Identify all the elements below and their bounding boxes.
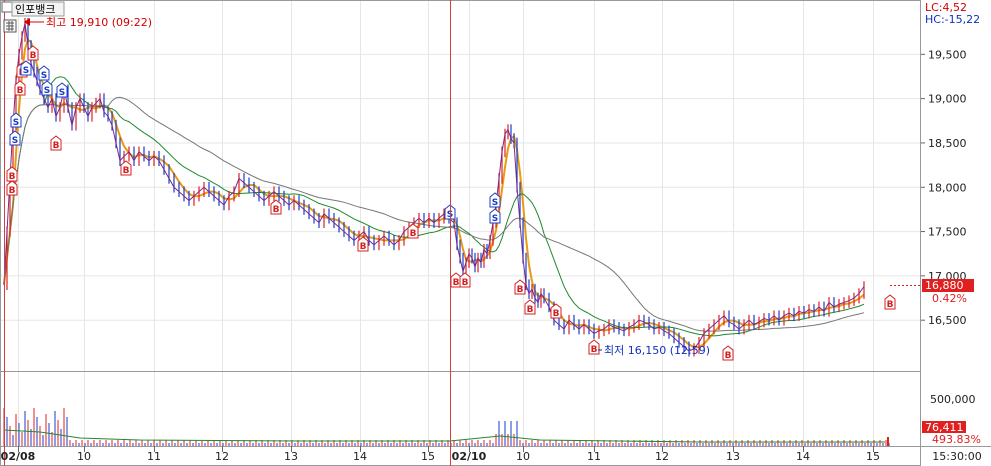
current-price-label: 16,880 bbox=[925, 279, 964, 292]
y-tick-label: 19,500 bbox=[928, 48, 967, 61]
buy-signal-badge: B bbox=[50, 135, 62, 151]
x-tick-label: 02/08 bbox=[1, 450, 36, 463]
buy-signal-badge: B bbox=[14, 80, 26, 96]
sell-signal-badge: S bbox=[41, 80, 53, 96]
stock-chart: BBSSBBSBSSBSBBBBSBBSSBBBBBB 인포뱅크 LC:4,52… bbox=[0, 0, 991, 466]
moving-average-line bbox=[3, 38, 865, 349]
buy-signal-badge: B bbox=[6, 166, 18, 182]
buy-signal-badge: B bbox=[27, 45, 39, 61]
volume-bars bbox=[3, 408, 890, 446]
svg-text:B: B bbox=[53, 141, 60, 151]
plot-frame bbox=[0, 0, 921, 466]
grid-lines bbox=[0, 0, 921, 446]
current-change-label: 0.42% bbox=[932, 292, 967, 305]
svg-text:B: B bbox=[30, 51, 37, 61]
x-tick-label: 10 bbox=[77, 450, 91, 463]
sell-signal-badge: S bbox=[20, 60, 32, 76]
x-tick-label: 11 bbox=[147, 450, 161, 463]
hc-label: HC:-15,22 bbox=[925, 13, 980, 26]
y-tick-label: 18,000 bbox=[928, 181, 967, 194]
sell-signal-badge: S bbox=[9, 130, 21, 146]
x-tick-label: 13 bbox=[726, 450, 740, 463]
svg-text:B: B bbox=[17, 86, 24, 96]
svg-text:S: S bbox=[23, 66, 29, 76]
low-annotation: 최저 16,150 (12:59) bbox=[604, 344, 710, 357]
x-tick-label: 12 bbox=[215, 450, 229, 463]
buy-signal-badge: B bbox=[524, 299, 536, 315]
svg-text:B: B bbox=[123, 166, 130, 176]
svg-text:B: B bbox=[591, 345, 598, 355]
moving-average-line bbox=[3, 76, 865, 337]
buy-signal-badge: B bbox=[357, 236, 369, 252]
x-tick-label: 15 bbox=[866, 450, 880, 463]
y-tick-label: 17,500 bbox=[928, 226, 967, 239]
buy-signal-badge: B bbox=[514, 279, 526, 295]
x-tick-label: 10 bbox=[516, 450, 530, 463]
svg-text:S: S bbox=[44, 86, 50, 96]
svg-text:B: B bbox=[410, 229, 417, 239]
svg-text:B: B bbox=[9, 172, 16, 182]
sell-signal-badge: S bbox=[38, 65, 50, 81]
svg-text:S: S bbox=[41, 71, 47, 81]
x-tick-label: 12 bbox=[655, 450, 669, 463]
buy-signal-badge: B bbox=[6, 180, 18, 196]
price-lines bbox=[3, 17, 865, 357]
y-tick-label: 18,500 bbox=[928, 137, 967, 150]
grid-menu-glyph bbox=[6, 21, 14, 31]
checkbox-icon[interactable] bbox=[1, 1, 13, 13]
svg-text:S: S bbox=[12, 136, 18, 146]
moving-averages bbox=[3, 38, 865, 349]
svg-text:B: B bbox=[453, 278, 460, 288]
x-tick-label: 14 bbox=[353, 450, 367, 463]
buy-signal-badge: B bbox=[459, 272, 471, 288]
svg-text:B: B bbox=[725, 351, 732, 361]
svg-text:B: B bbox=[9, 186, 16, 196]
sell-signal-badge: S bbox=[489, 208, 501, 224]
x-tick-label: 02/10 bbox=[452, 450, 487, 463]
buy-signal-badge: B bbox=[550, 303, 562, 319]
buy-signal-badge: B bbox=[588, 339, 600, 355]
y-tick-label: 19,000 bbox=[928, 93, 967, 106]
x-tick-label: 15 bbox=[421, 450, 435, 463]
x-tick-label: 11 bbox=[587, 450, 601, 463]
sell-signal-badge: S bbox=[56, 82, 68, 98]
volume-ratio-label: 493.83% bbox=[932, 433, 981, 446]
svg-text:B: B bbox=[360, 242, 367, 252]
x-tick-label: 13 bbox=[284, 450, 298, 463]
volume-tick-label: 500,000 bbox=[930, 393, 976, 406]
svg-text:B: B bbox=[887, 300, 894, 310]
svg-text:S: S bbox=[492, 214, 498, 224]
y-tick-label: 16,500 bbox=[928, 314, 967, 327]
time-axis: 02/08 10 11 12 13 14 15 02/10 10 11 12 13 14 15 15:30:… bbox=[1, 446, 982, 463]
sell-signal-badge: S bbox=[10, 112, 22, 128]
buy-signal-badge: B bbox=[884, 294, 896, 310]
svg-text:S: S bbox=[492, 198, 498, 208]
buy-signal-badge: B bbox=[120, 160, 132, 176]
svg-text:B: B bbox=[273, 205, 280, 215]
x-tick-label: 14 bbox=[796, 450, 810, 463]
buy-signal-badge: B bbox=[407, 223, 419, 239]
volume-ma-line bbox=[3, 429, 885, 443]
svg-text:B: B bbox=[517, 285, 524, 295]
buy-signal-badge: B bbox=[722, 345, 734, 361]
x-tick-label: 15:30:00 bbox=[932, 450, 981, 463]
buy-signal-badge: B bbox=[270, 199, 282, 215]
svg-text:B: B bbox=[462, 278, 469, 288]
svg-text:B: B bbox=[527, 305, 534, 315]
svg-text:B: B bbox=[553, 309, 560, 319]
chart-title: 인포뱅크 bbox=[15, 3, 55, 16]
svg-text:S: S bbox=[13, 118, 19, 128]
svg-text:S: S bbox=[59, 88, 65, 98]
high-annotation: 최고 19,910 (09:22) bbox=[46, 16, 152, 29]
sell-signal-badge: S bbox=[489, 192, 501, 208]
